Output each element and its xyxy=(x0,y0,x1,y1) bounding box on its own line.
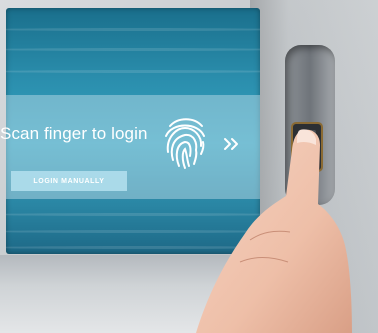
kiosk-lower-panel xyxy=(0,255,300,333)
scan-prompt: Scan finger to login xyxy=(0,124,148,143)
fingerprint-icon[interactable] xyxy=(160,114,210,170)
login-manually-button[interactable]: LOGIN MANUALLY xyxy=(11,171,127,191)
chevron-double-right-icon xyxy=(224,138,238,150)
scanner-glass xyxy=(298,130,316,164)
